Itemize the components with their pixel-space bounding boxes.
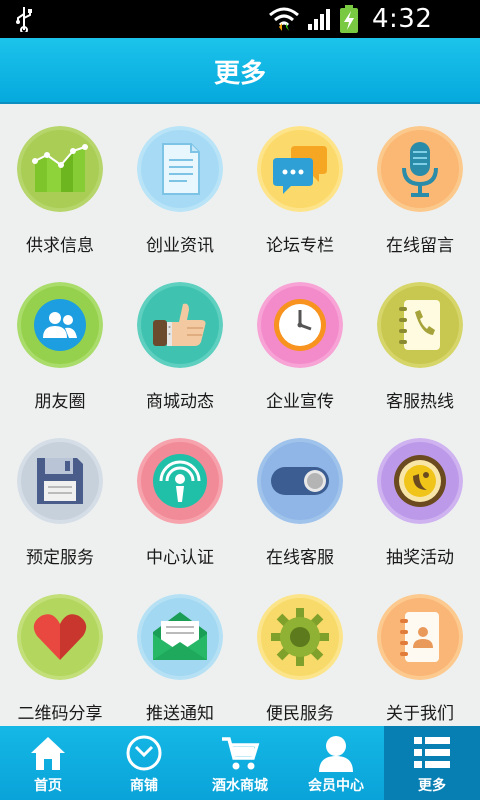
- grid-item-label: 关于我们: [386, 704, 454, 724]
- gear-icon: [257, 594, 343, 680]
- grid-item-label: 预定服务: [26, 548, 94, 568]
- feature-grid: 供求信息 创业资讯 论坛专栏 在线留言 朋友圈 商城动态 企业宣传 客服热线 预…: [0, 104, 480, 726]
- tab-label: 会员中心: [308, 778, 364, 794]
- grid-item-label: 企业宣传: [266, 392, 334, 412]
- grid-item-promotion[interactable]: 企业宣传: [240, 260, 360, 416]
- certification-icon: [137, 438, 223, 524]
- grid-item-online-service[interactable]: 在线客服: [240, 416, 360, 572]
- toggle-switch-icon: [257, 438, 343, 524]
- page-title: 更多: [213, 59, 266, 89]
- grid-item-label: 二维码分享: [17, 704, 103, 724]
- grid-item-label: 抽奖活动: [386, 548, 454, 568]
- grid-item-supply-info[interactable]: 供求信息: [0, 104, 120, 260]
- contact-book-icon: [377, 594, 463, 680]
- people-icon: [17, 282, 103, 368]
- grid-item-certification[interactable]: 中心认证: [120, 416, 240, 572]
- phone-book-icon: [377, 282, 463, 368]
- header-bar: 更多: [0, 38, 480, 104]
- grid-item-push-notice[interactable]: 推送通知: [120, 572, 240, 726]
- floppy-disk-icon: [17, 438, 103, 524]
- bar-chart-icon: [17, 126, 103, 212]
- tab-label: 更多: [418, 778, 446, 794]
- tab-label: 酒水商城: [212, 778, 268, 794]
- tab-label: 商铺: [130, 778, 158, 794]
- grid-item-label: 便民服务: [266, 704, 334, 724]
- lottery-icon: [377, 438, 463, 524]
- grid-item-about-us[interactable]: 关于我们: [360, 572, 480, 726]
- cart-icon: [222, 737, 260, 770]
- signal-icon: [306, 6, 334, 36]
- document-icon: [137, 126, 223, 212]
- tab-more[interactable]: 更多: [384, 726, 480, 800]
- grid-item-hotline[interactable]: 客服热线: [360, 260, 480, 416]
- clock-icon: [126, 735, 162, 771]
- bottom-tab-bar: 首页 商铺 酒水商城 会员中心 更多: [0, 726, 480, 800]
- tab-liquor-mall[interactable]: 酒水商城: [192, 726, 288, 800]
- tab-shop[interactable]: 商铺: [96, 726, 192, 800]
- battery-charging-icon: [338, 4, 360, 38]
- grid-item-label: 客服热线: [386, 392, 454, 412]
- grid-item-label: 推送通知: [146, 704, 214, 724]
- grid-item-label: 朋友圈: [34, 392, 86, 412]
- grid-item-label: 在线客服: [266, 548, 334, 568]
- chat-bubbles-icon: [257, 126, 343, 212]
- user-icon: [319, 736, 353, 772]
- grid-item-label: 供求信息: [26, 236, 94, 256]
- grid-item-moments[interactable]: 朋友圈: [0, 260, 120, 416]
- wifi-icon: [268, 6, 300, 36]
- thumbs-up-icon: [137, 282, 223, 368]
- usb-icon: [14, 6, 34, 36]
- grid-item-label: 中心认证: [146, 548, 214, 568]
- grid-item-startup-news[interactable]: 创业资讯: [120, 104, 240, 260]
- home-icon: [31, 737, 65, 770]
- grid-item-label: 论坛专栏: [266, 236, 334, 256]
- grid-item-mall-news[interactable]: 商城动态: [120, 260, 240, 416]
- clock-icon: [257, 282, 343, 368]
- grid-item-convenience[interactable]: 便民服务: [240, 572, 360, 726]
- grid-item-forum[interactable]: 论坛专栏: [240, 104, 360, 260]
- microphone-icon: [377, 126, 463, 212]
- grid-item-qr-share[interactable]: 二维码分享: [0, 572, 120, 726]
- tab-label: 首页: [34, 778, 62, 794]
- grid-item-lottery[interactable]: 抽奖活动: [360, 416, 480, 572]
- heart-icon: [17, 594, 103, 680]
- grid-item-label: 在线留言: [386, 236, 454, 256]
- tab-member-center[interactable]: 会员中心: [288, 726, 384, 800]
- grid-item-label: 创业资讯: [146, 236, 214, 256]
- tab-home[interactable]: 首页: [0, 726, 96, 800]
- grid-item-label: 商城动态: [146, 392, 214, 412]
- grid-item-booking[interactable]: 预定服务: [0, 416, 120, 572]
- envelope-icon: [137, 594, 223, 680]
- grid-item-message[interactable]: 在线留言: [360, 104, 480, 260]
- status-bar: 4:32 PM: [0, 0, 480, 64]
- list-icon: [414, 737, 450, 768]
